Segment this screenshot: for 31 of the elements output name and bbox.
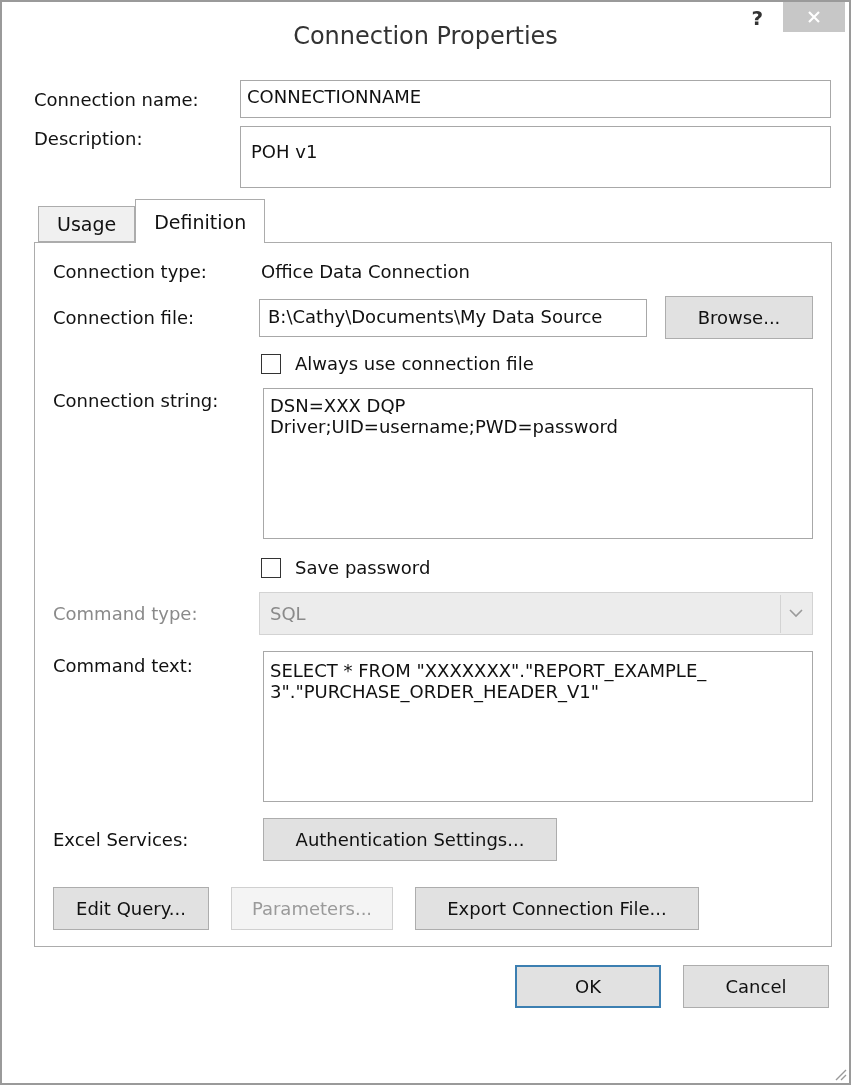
help-button[interactable]: ?	[751, 6, 763, 30]
action-button[interactable]: Edit Query...	[53, 887, 209, 930]
checkbox[interactable]	[261, 353, 281, 374]
tab[interactable]: Usage	[38, 206, 136, 242]
input-field[interactable]: CONNECTIONNAME	[240, 80, 831, 118]
field-label: Connection string:	[53, 389, 220, 411]
dialog-button[interactable]: Cancel	[683, 965, 829, 1008]
browse-button[interactable]: Browse...	[665, 296, 813, 339]
chevron-down-icon	[788, 609, 803, 618]
field-label: Description:	[34, 127, 144, 149]
action-button[interactable]: Export Connection File...	[415, 887, 699, 930]
resize-grip-icon[interactable]	[833, 1067, 847, 1081]
input-field[interactable]: B:\Cathy\Documents\My Data Source	[259, 298, 647, 337]
authentication-button[interactable]: Authentication Settings...	[263, 818, 557, 861]
field-label: Connection type:	[53, 261, 208, 282]
field-label: Connection name:	[34, 88, 200, 110]
text-area[interactable]: DSN=XXX DQP Driver;UID=username;PWD=password	[263, 388, 813, 539]
window-title: Connection Properties	[293, 22, 558, 50]
field-label: Command type:	[53, 603, 199, 624]
dialog-button[interactable]: OK	[515, 965, 661, 1008]
checkbox[interactable]	[261, 557, 281, 578]
field-label: Connection file:	[53, 307, 196, 328]
close-icon	[807, 10, 821, 24]
tab[interactable]: Definition	[135, 199, 266, 243]
checkbox-label: Always use connection file	[295, 353, 534, 374]
text-area[interactable]: SELECT * FROM "XXXXXXX"."REPORT_EXAMPLE_ 3"."PURCHASE_ORDER_HEADER_V1"	[263, 651, 813, 802]
field-label: Command text:	[53, 654, 194, 676]
input-field[interactable]: POH v1	[240, 126, 831, 188]
checkbox-label: Save password	[295, 557, 431, 578]
field-label: Excel Services:	[53, 829, 190, 850]
field-value: Office Data Connection	[261, 261, 470, 282]
